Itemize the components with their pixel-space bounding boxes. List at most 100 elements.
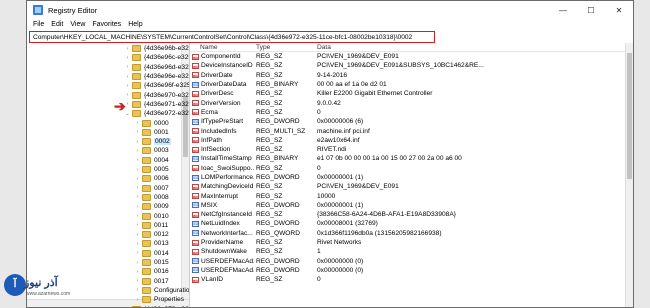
value-data: 9-14-2016: [317, 71, 348, 79]
expand-chevron-icon[interactable]: ›: [134, 297, 141, 303]
expand-chevron-icon[interactable]: ›: [134, 167, 141, 173]
value-row[interactable]: ab VLanID REG_SZ 0: [190, 275, 633, 284]
tree-item[interactable]: › 0015: [134, 258, 169, 267]
expand-chevron-icon[interactable]: ›: [134, 148, 141, 154]
tree-item[interactable]: › {4d36e96b-e325-11ce-b: [124, 44, 189, 53]
value-row[interactable]: ab DriverVersion REG_SZ 9.0.0.42: [190, 98, 633, 107]
column-header-type[interactable]: Type: [254, 44, 315, 51]
address-bar[interactable]: Computer\HKEY_LOCAL_MACHINE\SYSTEM\Curre…: [29, 31, 435, 43]
column-header-data[interactable]: Data: [315, 44, 633, 51]
expand-chevron-icon[interactable]: ›: [134, 241, 141, 247]
expand-chevron-icon[interactable]: ›: [124, 306, 131, 307]
value-row[interactable]: 011 USERDEFMacAd... REG_DWORD 0x00000000 (0…: [190, 257, 633, 266]
expand-chevron-icon[interactable]: ›: [124, 83, 131, 89]
value-row[interactable]: ab ComponentId REG_SZ PCI\VEN_1969&DEV_E091: [190, 52, 633, 61]
value-row[interactable]: ab ShutdownWake REG_SZ 1: [190, 247, 633, 256]
value-row[interactable]: ab IncludedInfs REG_MULTI_SZ machine.inf pc…: [190, 126, 633, 135]
value-row[interactable]: 011 LOMPerformance... REG_DWORD 0x00000001 …: [190, 173, 633, 182]
tree-item[interactable]: › Configuration: [134, 286, 189, 295]
value-row[interactable]: ab DriverDesc REG_SZ Killer E2200 Gigabit E…: [190, 89, 633, 98]
menu-file[interactable]: File: [33, 21, 44, 28]
expand-chevron-icon[interactable]: ›: [134, 120, 141, 126]
tree-item[interactable]: › 0005: [134, 165, 169, 174]
value-row[interactable]: 011 NetworkInterfac... REG_QWORD 0x1d366f11…: [190, 229, 633, 238]
expand-chevron-icon[interactable]: ›: [134, 185, 141, 191]
value-row[interactable]: ab DeviceInstanceID REG_SZ PCI\VEN_1969&DEV…: [190, 61, 633, 70]
tree-item[interactable]: › Properties: [134, 295, 184, 304]
tree-item[interactable]: › 0006: [134, 174, 169, 183]
expand-chevron-icon[interactable]: ›: [134, 260, 141, 266]
tree-item[interactable]: › {4d36e96f-e325-11ce-b: [124, 81, 189, 90]
menu-view[interactable]: View: [70, 21, 85, 28]
values-scroll-thumb[interactable]: [627, 53, 632, 179]
expand-chevron-icon[interactable]: ›: [134, 157, 141, 163]
tree-item[interactable]: › 0011: [134, 221, 168, 230]
value-type: REG_MULTI_SZ: [256, 127, 306, 135]
expand-chevron-icon[interactable]: ›: [134, 222, 141, 228]
tree-item[interactable]: › 0008: [134, 193, 169, 202]
menu-favorites[interactable]: Favorites: [92, 21, 121, 28]
value-row[interactable]: 011 USERDEFMacAd... REG_DWORD 0x00000000 (0…: [190, 266, 633, 275]
tree-item[interactable]: › {4d36e96c-e325-11ce-b: [124, 53, 189, 62]
tree-item[interactable]: › 0001: [134, 128, 169, 137]
maximize-button[interactable]: ☐: [577, 1, 605, 19]
expand-chevron-icon[interactable]: ›: [124, 64, 131, 70]
value-row[interactable]: ab MatchingDeviceId REG_SZ PCI\VEN_1969&DEV…: [190, 182, 633, 191]
value-row[interactable]: 011 MSIX REG_DWORD 0x00000001 (1): [190, 201, 633, 210]
value-row[interactable]: ab InfSection REG_SZ RIVET.ndi: [190, 145, 633, 154]
expand-chevron-icon[interactable]: ›: [134, 129, 141, 135]
column-header-name[interactable]: Name: [190, 44, 254, 51]
expand-chevron-icon[interactable]: ›: [134, 232, 141, 238]
minimize-button[interactable]: —: [549, 1, 577, 19]
expand-chevron-icon[interactable]: ›: [134, 278, 141, 284]
tree-item[interactable]: › 0000: [134, 118, 169, 127]
tree-item[interactable]: › {4d36e970-e325-11ce-b: [124, 91, 189, 100]
expand-chevron-icon[interactable]: ›: [134, 250, 141, 256]
tree-item[interactable]: › {4d36e971-e325-11ce-b: [124, 100, 189, 109]
tree-item[interactable]: › 0007: [134, 184, 169, 193]
tree-item[interactable]: › {4d36e96e-e325-11ce-b: [124, 72, 189, 81]
menu-edit[interactable]: Edit: [51, 21, 63, 28]
tree-item[interactable]: › 0002: [134, 137, 171, 146]
menu-help[interactable]: Help: [128, 21, 142, 28]
expand-chevron-icon[interactable]: ›: [124, 92, 131, 98]
value-row[interactable]: ab MaxInterrupt REG_SZ 10000: [190, 191, 633, 200]
expand-chevron-icon[interactable]: ›: [124, 46, 131, 52]
value-row[interactable]: 011 DriverDateData REG_BINARY 00 00 aa ef 1…: [190, 80, 633, 89]
value-row[interactable]: 011 IfTypePreStart REG_DWORD 0x00000006 (6): [190, 117, 633, 126]
expand-chevron-icon[interactable]: ›: [134, 139, 141, 145]
values-vertical-scrollbar[interactable]: [625, 43, 633, 307]
value-row[interactable]: ab NetCfgInstanceId REG_SZ {38366C58-6A24-4…: [190, 210, 633, 219]
expand-chevron-icon[interactable]: ›: [134, 269, 141, 275]
tree-item[interactable]: › 0009: [134, 202, 169, 211]
collapse-chevron-icon[interactable]: ⌄: [124, 111, 131, 117]
expand-chevron-icon[interactable]: ›: [124, 74, 131, 80]
value-row[interactable]: 011 NetLuidIndex REG_DWORD 0x00008001 (3276…: [190, 219, 633, 228]
tree-item[interactable]: › 0017: [134, 277, 169, 286]
tree-item[interactable]: › {4d36e96d-e325-11ce-b: [124, 63, 189, 72]
tree-item[interactable]: › 0016: [134, 267, 169, 276]
expand-chevron-icon[interactable]: ›: [124, 55, 131, 61]
tree-item[interactable]: ⌄ {4d36e972-e325-11ce-b: [124, 109, 189, 118]
tree-item[interactable]: › 0010: [134, 211, 169, 220]
value-row[interactable]: ab DriverDate REG_SZ 9-14-2016: [190, 71, 633, 80]
tree-item[interactable]: › 0003: [134, 146, 169, 155]
expand-chevron-icon[interactable]: ›: [134, 194, 141, 200]
value-row[interactable]: ab InfPath REG_SZ e2aw10x64.inf: [190, 136, 633, 145]
expand-chevron-icon[interactable]: ›: [134, 176, 141, 182]
tree-item[interactable]: › 0013: [134, 239, 169, 248]
tree-item[interactable]: › {4d36e973-e325-11ce-b: [124, 304, 189, 307]
value-row[interactable]: ab ProviderName REG_SZ Rivet Networks: [190, 238, 633, 247]
expand-chevron-icon[interactable]: ›: [134, 213, 141, 219]
expand-chevron-icon[interactable]: ›: [124, 101, 131, 107]
expand-chevron-icon[interactable]: ›: [134, 204, 141, 210]
value-name-cell: ab ComponentId: [190, 53, 254, 60]
value-row[interactable]: ab Ecma REG_SZ 0: [190, 108, 633, 117]
close-button[interactable]: ✕: [605, 1, 633, 19]
tree-item[interactable]: › 0014: [134, 249, 169, 258]
value-row[interactable]: ab Ioac_SwoiSuppo... REG_SZ 0: [190, 164, 633, 173]
tree-item[interactable]: › 0012: [134, 230, 169, 239]
tree-item[interactable]: › 0004: [134, 156, 169, 165]
value-row[interactable]: 011 InstallTimeStamp REG_BINARY e1 07 0b 00…: [190, 154, 633, 163]
expand-chevron-icon[interactable]: ›: [134, 287, 141, 293]
